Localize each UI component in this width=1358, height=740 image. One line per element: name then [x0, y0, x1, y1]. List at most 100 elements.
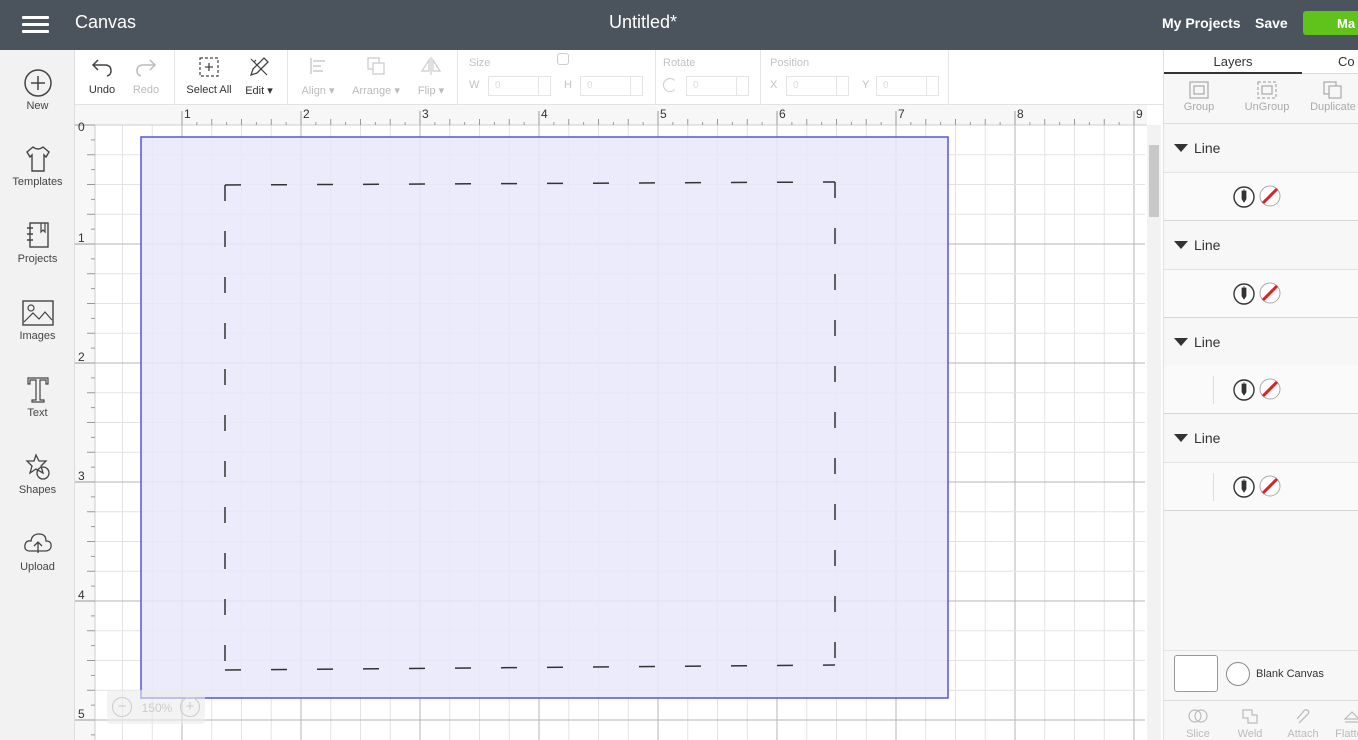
sidebar-item-projects[interactable]: Projects — [0, 221, 75, 291]
y-position-input[interactable]: 0 — [876, 76, 939, 96]
align-dropdown[interactable]: Align ▾ — [295, 50, 341, 105]
ruler-label-v: 5 — [78, 707, 85, 721]
toolbar-divider — [174, 50, 175, 105]
position-label: Position — [770, 57, 810, 69]
duplicate-button[interactable]: Duplicate — [1298, 80, 1358, 113]
zoom-out-button[interactable]: − — [112, 697, 132, 717]
toolbar-divider — [457, 50, 458, 105]
select-all-button[interactable]: Select All — [183, 50, 235, 105]
rotate-icon — [663, 78, 677, 92]
no-fill-swatch-icon[interactable] — [1259, 185, 1281, 207]
vertical-scrollbar[interactable] — [1147, 125, 1161, 740]
sidebar-item-new[interactable]: New — [0, 68, 75, 138]
notebook-icon — [26, 222, 49, 248]
pen-tool-icon[interactable] — [1232, 282, 1256, 306]
selection-box — [140, 136, 949, 699]
save-button[interactable]: Save — [1255, 15, 1288, 31]
layer-row[interactable]: Line — [1164, 222, 1358, 270]
sidebar-item-upload[interactable]: Upload — [0, 529, 75, 599]
panel-tabs: Layers Co — [1164, 50, 1358, 74]
layer-sub-row[interactable] — [1164, 173, 1358, 221]
edit-dropdown[interactable]: Edit ▾ — [239, 50, 279, 105]
layer-name: Line — [1194, 140, 1221, 156]
group-label: Group — [1183, 101, 1215, 113]
slice-button[interactable]: Slice — [1178, 707, 1218, 740]
x-position-input[interactable]: 0 — [786, 76, 849, 96]
width-input[interactable]: 0 — [488, 76, 551, 96]
design-canvas[interactable]: 1 2 3 4 5 6 7 8 9 0 1 2 3 4 5 — [75, 105, 1163, 740]
make-it-button[interactable]: Ma — [1303, 11, 1358, 35]
lock-icon[interactable] — [557, 53, 569, 65]
tab-layers[interactable]: Layers — [1164, 54, 1302, 74]
my-projects-link[interactable]: My Projects — [1162, 15, 1241, 31]
tab-color-sync[interactable]: Co — [1338, 54, 1355, 69]
no-fill-swatch-icon[interactable] — [1259, 475, 1281, 497]
select-all-label: Select All — [186, 84, 232, 96]
layer-sub-row[interactable] — [1164, 270, 1358, 318]
ruler-label-v: 2 — [78, 350, 85, 364]
horizontal-ruler — [75, 105, 1147, 125]
pen-tool-icon[interactable] — [1232, 185, 1256, 209]
sidebar-item-images[interactable]: Images — [0, 298, 75, 368]
layer-sub-row[interactable] — [1164, 463, 1358, 511]
sidebar-item-shapes[interactable]: Shapes — [0, 452, 75, 522]
edit-label: Edit ▾ — [245, 85, 273, 97]
toolbar-divider — [760, 50, 761, 105]
ungroup-button[interactable]: UnGroup — [1232, 80, 1302, 113]
ruler-label-h: 9 — [1136, 107, 1143, 121]
sidebar-item-text[interactable]: Text — [0, 375, 75, 445]
layer-row[interactable]: Line — [1164, 125, 1358, 173]
select-all-icon — [199, 57, 219, 77]
redo-label: Redo — [132, 84, 160, 96]
zoom-in-button[interactable]: + — [180, 697, 200, 717]
zoom-control: − 150% + — [107, 690, 205, 724]
expand-triangle-icon[interactable] — [1174, 338, 1188, 346]
group-button[interactable]: Group — [1164, 80, 1234, 113]
attach-button[interactable]: Attach — [1283, 707, 1323, 740]
layer-row[interactable]: Line — [1164, 415, 1358, 463]
cloud-upload-icon — [23, 533, 52, 553]
duplicate-label: Duplicate — [1310, 101, 1356, 113]
height-input[interactable]: 0 — [580, 76, 643, 96]
redo-button[interactable]: Redo — [127, 50, 165, 105]
blank-canvas-toggle[interactable] — [1226, 662, 1250, 686]
vertical-scrollbar-thumb[interactable] — [1149, 145, 1159, 217]
pen-tool-icon[interactable] — [1232, 475, 1256, 499]
ungroup-icon — [1257, 81, 1277, 99]
undo-button[interactable]: Undo — [83, 50, 121, 105]
align-icon — [310, 58, 325, 74]
expand-triangle-icon[interactable] — [1174, 241, 1188, 249]
expand-triangle-icon[interactable] — [1174, 144, 1188, 152]
width-axis-label: W — [469, 79, 480, 91]
layers-panel: Layers Co Group UnGroup Duplicate Line L… — [1163, 50, 1358, 740]
attach-label: Attach — [1287, 728, 1319, 740]
left-sidebar: New Templates Projects Images Text Shape… — [0, 50, 75, 740]
flatten-button[interactable]: Flatten — [1332, 707, 1358, 740]
align-label: Align ▾ — [301, 85, 335, 97]
expand-triangle-icon[interactable] — [1174, 434, 1188, 442]
document-title[interactable]: Untitled* — [0, 12, 1286, 33]
undo-label: Undo — [88, 84, 116, 96]
weld-button[interactable]: Weld — [1230, 707, 1270, 740]
arrange-dropdown[interactable]: Arrange ▾ — [345, 50, 407, 105]
ruler-label-h: 1 — [184, 107, 191, 121]
rotate-input[interactable]: 0 — [686, 76, 749, 96]
flip-icon — [420, 57, 442, 75]
pen-tool-icon[interactable] — [1232, 378, 1256, 402]
ruler-label-h: 3 — [422, 107, 429, 121]
layer-name: Line — [1194, 334, 1221, 350]
layer-sub-row[interactable] — [1164, 366, 1358, 414]
redo-icon — [136, 59, 157, 77]
flip-dropdown[interactable]: Flip ▾ — [411, 50, 451, 105]
toolbar-divider — [948, 50, 949, 105]
layer-row[interactable]: Line — [1164, 319, 1358, 367]
blank-canvas-row: Blank Canvas — [1164, 650, 1358, 700]
rotate-label: Rotate — [663, 57, 696, 69]
ungroup-label: UnGroup — [1244, 101, 1290, 113]
blank-canvas-label: Blank Canvas — [1256, 668, 1324, 680]
no-fill-swatch-icon[interactable] — [1259, 282, 1281, 304]
ruler-label-v: 1 — [78, 231, 85, 245]
sidebar-item-templates[interactable]: Templates — [0, 144, 75, 214]
blank-canvas-swatch[interactable] — [1174, 655, 1218, 692]
no-fill-swatch-icon[interactable] — [1259, 378, 1281, 400]
